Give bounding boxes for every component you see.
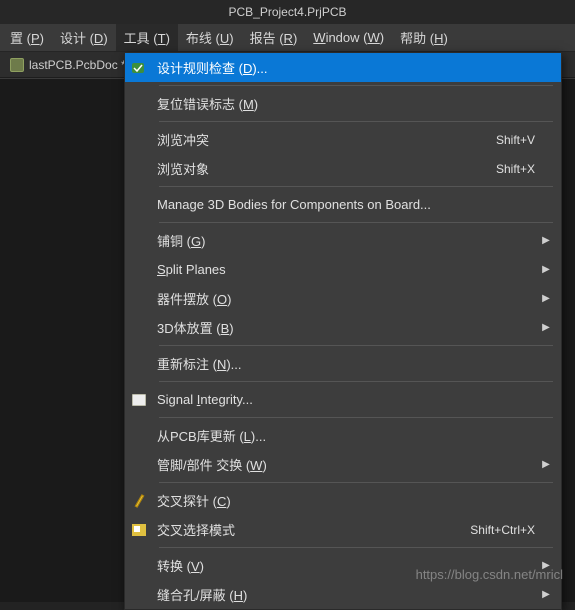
menu-item-0[interactable]: 设计规则检查 (D)... <box>125 53 561 82</box>
menu-item-12[interactable]: 3D体放置 (B)▶ <box>125 313 561 342</box>
pcb-doc-icon <box>10 58 24 72</box>
menu-item-22[interactable]: 交叉选择模式Shift+Ctrl+X <box>125 515 561 544</box>
menu-item-shortcut: Shift+V <box>496 133 541 147</box>
menu-item-7[interactable]: Manage 3D Bodies for Components on Board… <box>125 190 561 219</box>
menu-0[interactable]: 置 (P) <box>2 24 52 51</box>
document-tab[interactable]: lastPCB.PcbDoc * <box>2 55 134 75</box>
menu-separator <box>159 547 553 548</box>
menu-item-shortcut: Shift+Ctrl+X <box>470 523 541 537</box>
menu-item-19[interactable]: 管脚/部件 交换 (W)▶ <box>125 450 561 479</box>
drc-icon <box>125 61 153 75</box>
menu-item-label: 重新标注 (N)... <box>153 354 541 373</box>
menu-2[interactable]: 工具 (T) <box>116 24 178 51</box>
menu-item-label: 铺铜 (G) <box>153 231 541 250</box>
menu-item-label: Signal Integrity... <box>153 392 541 407</box>
menu-item-label: Split Planes <box>153 262 541 277</box>
submenu-arrow-icon: ▶ <box>541 589 551 600</box>
menu-item-shortcut: Shift+X <box>496 162 541 176</box>
menu-item-21[interactable]: 交叉探针 (C) <box>125 486 561 515</box>
menu-separator <box>159 121 553 122</box>
submenu-arrow-icon: ▶ <box>541 235 551 246</box>
menu-item-5[interactable]: 浏览对象Shift+X <box>125 154 561 183</box>
cross-select-icon <box>125 524 153 536</box>
menu-item-16[interactable]: Signal Integrity... <box>125 385 561 414</box>
menu-item-label: 管脚/部件 交换 (W) <box>153 455 541 474</box>
menu-separator <box>159 85 553 86</box>
menu-item-label: 浏览冲突 <box>153 130 496 149</box>
menu-item-25[interactable]: 缝合孔/屏蔽 (H)▶ <box>125 580 561 609</box>
menu-item-24[interactable]: 转换 (V)▶ <box>125 551 561 580</box>
menu-item-label: 设计规则检查 (D)... <box>153 58 541 77</box>
menu-item-label: 从PCB库更新 (L)... <box>153 426 541 445</box>
menu-item-9[interactable]: 铺铜 (G)▶ <box>125 226 561 255</box>
submenu-arrow-icon: ▶ <box>541 264 551 275</box>
menu-4[interactable]: 报告 (R) <box>242 24 306 51</box>
menu-item-11[interactable]: 器件摆放 (O)▶ <box>125 284 561 313</box>
menu-separator <box>159 222 553 223</box>
menu-item-label: 3D体放置 (B) <box>153 318 541 337</box>
document-tab-label: lastPCB.PcbDoc * <box>29 58 126 72</box>
submenu-arrow-icon: ▶ <box>541 459 551 470</box>
menu-item-label: 缝合孔/屏蔽 (H) <box>153 585 541 604</box>
submenu-arrow-icon: ▶ <box>541 322 551 333</box>
menu-item-2[interactable]: 复位错误标志 (M) <box>125 89 561 118</box>
title-bar: PCB_Project4.PrjPCB <box>0 0 575 24</box>
menu-separator <box>159 482 553 483</box>
menu-separator <box>159 381 553 382</box>
menu-item-10[interactable]: Split Planes▶ <box>125 255 561 284</box>
menu-3[interactable]: 布线 (U) <box>178 24 242 51</box>
cross-probe-icon <box>125 494 153 508</box>
submenu-arrow-icon: ▶ <box>541 293 551 304</box>
menu-separator <box>159 186 553 187</box>
menu-separator <box>159 345 553 346</box>
menu-item-label: 器件摆放 (O) <box>153 289 541 308</box>
menu-item-label: 转换 (V) <box>153 556 541 575</box>
tools-menu-dropdown: 设计规则检查 (D)...复位错误标志 (M)浏览冲突Shift+V浏览对象Sh… <box>124 52 562 610</box>
title-text: PCB_Project4.PrjPCB <box>228 5 346 19</box>
menu-item-4[interactable]: 浏览冲突Shift+V <box>125 125 561 154</box>
menu-item-label: Manage 3D Bodies for Components on Board… <box>153 197 541 212</box>
menu-separator <box>159 417 553 418</box>
menu-item-label: 复位错误标志 (M) <box>153 94 541 113</box>
menu-item-label: 交叉探针 (C) <box>153 491 541 510</box>
menu-1[interactable]: 设计 (D) <box>52 24 116 51</box>
menu-6[interactable]: 帮助 (H) <box>392 24 456 51</box>
menu-5[interactable]: Window (W) <box>305 26 392 49</box>
submenu-arrow-icon: ▶ <box>541 560 551 571</box>
menu-item-14[interactable]: 重新标注 (N)... <box>125 349 561 378</box>
menu-item-18[interactable]: 从PCB库更新 (L)... <box>125 421 561 450</box>
menu-item-label: 交叉选择模式 <box>153 520 470 539</box>
menu-item-label: 浏览对象 <box>153 159 496 178</box>
signal-integrity-icon <box>125 394 153 406</box>
menu-bar: 置 (P)设计 (D)工具 (T)布线 (U)报告 (R)Window (W)帮… <box>0 24 575 52</box>
